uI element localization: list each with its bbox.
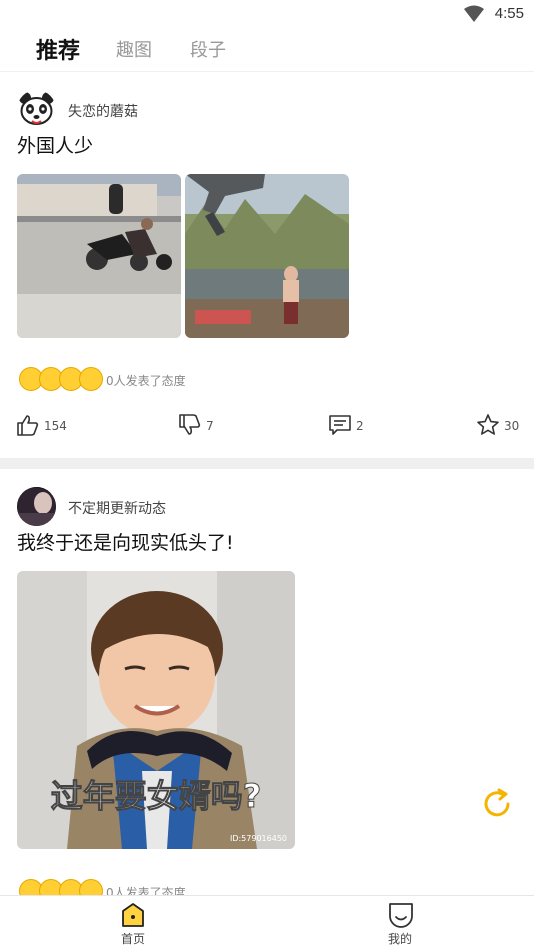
favorite-button[interactable]: 30 xyxy=(476,411,532,441)
nav-profile[interactable]: 我的 xyxy=(370,900,430,948)
home-icon xyxy=(122,903,144,927)
post-image[interactable] xyxy=(185,174,349,338)
thumbs-up-icon xyxy=(17,415,39,436)
post-title[interactable]: 外国人少 xyxy=(17,131,93,158)
excavator-river-photo xyxy=(185,174,349,338)
tab-jokes[interactable]: 段子 xyxy=(190,36,226,62)
dislike-button[interactable]: 7 xyxy=(178,411,228,441)
refresh-icon xyxy=(484,788,510,817)
refresh-button[interactable] xyxy=(478,785,516,823)
author-name[interactable]: 不定期更新动态 xyxy=(68,498,166,518)
image-watermark: ID:579016450 xyxy=(230,834,287,843)
like-count: 154 xyxy=(44,419,67,433)
status-bar: 4:55 xyxy=(0,0,534,28)
nav-home[interactable]: 首页 xyxy=(103,900,163,948)
comment-icon xyxy=(329,415,351,435)
tab-recommend[interactable]: 推荐 xyxy=(32,33,85,65)
author-avatar[interactable] xyxy=(17,90,56,129)
post-title[interactable]: 我终于还是向现实低头了! xyxy=(17,528,234,555)
tab-label: 趣图 xyxy=(116,40,152,61)
profile-icon xyxy=(389,903,413,928)
feed-post: 不定期更新动态 我终于还是向现实低头了! 过年要女婿吗? ID:57901645… xyxy=(0,469,534,903)
nav-label: 我的 xyxy=(387,932,412,946)
comment-button[interactable]: 2 xyxy=(328,411,378,441)
author-name[interactable]: 失恋的蘑菇 xyxy=(68,101,138,121)
author-avatar[interactable] xyxy=(17,487,56,526)
top-tabs: 推荐 趣图 段子 xyxy=(0,28,534,72)
motorcycle-photo xyxy=(17,174,181,338)
post-image[interactable] xyxy=(17,174,181,338)
nav-label: 首页 xyxy=(120,932,145,946)
child-meme-photo: 过年要女婿吗? ID:579016450 xyxy=(17,571,295,849)
reaction-count-text: 0人发表了态度 xyxy=(106,374,186,388)
star-icon xyxy=(477,414,499,435)
portrait-avatar-icon xyxy=(17,487,56,526)
tab-funny-pics[interactable]: 趣图 xyxy=(116,36,152,62)
feed-post: 失恋的蘑菇 外国人少 0人发表了态度 154 7 2 30 xyxy=(0,73,534,458)
comment-count: 2 xyxy=(356,419,364,433)
like-button[interactable]: 154 xyxy=(16,411,76,441)
thumbs-down-icon xyxy=(179,414,201,435)
bottom-nav: 首页 我的 xyxy=(0,895,534,949)
post-image[interactable]: 过年要女婿吗? ID:579016450 xyxy=(17,571,295,849)
panda-avatar-icon xyxy=(19,92,54,125)
wifi-icon xyxy=(464,5,484,22)
meme-overlay-text: 过年要女婿吗? xyxy=(51,777,262,815)
dislike-count: 7 xyxy=(206,419,214,433)
status-time: 4:55 xyxy=(494,5,524,22)
post-actions: 154 7 2 30 xyxy=(0,411,534,441)
tab-label: 段子 xyxy=(190,40,226,61)
tab-label: 推荐 xyxy=(36,39,81,64)
post-divider xyxy=(0,458,534,469)
blush-emoji-icon xyxy=(79,367,103,391)
favorite-count: 30 xyxy=(504,419,520,433)
